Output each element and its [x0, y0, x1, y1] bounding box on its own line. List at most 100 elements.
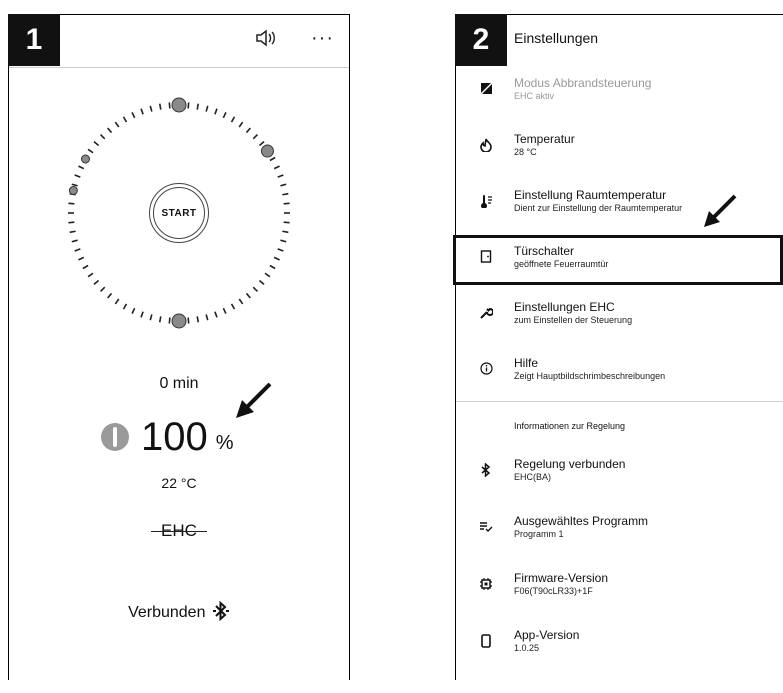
dial-tick: [158, 103, 162, 110]
info-icon: [478, 362, 494, 378]
dial-marker: [171, 97, 187, 113]
start-label: START: [161, 207, 197, 219]
dial-marker: [68, 186, 78, 196]
dial-tick: [196, 316, 200, 323]
dial-tick: [82, 264, 89, 270]
dial-tick: [149, 314, 153, 321]
settings-item-5[interactable]: Hilfe Zeigt Hauptbildschrimbeschreibungen: [456, 356, 783, 396]
dial-tick: [269, 264, 276, 270]
dial-tick: [205, 314, 209, 321]
start-button[interactable]: START: [149, 183, 209, 243]
dial-tick: [258, 279, 265, 285]
main-screen-panel: 1 ··· START 0 min 100 % 22 °C EHC Verbun…: [8, 14, 350, 680]
power-display: 100 %: [101, 417, 234, 457]
sound-icon[interactable]: [255, 29, 277, 52]
dial-tick: [283, 202, 290, 205]
dial-tick: [71, 183, 78, 187]
dial-tick: [158, 316, 162, 323]
dial-tick: [205, 105, 209, 112]
settings-item-title: Ausgewähltes Programm: [514, 514, 649, 528]
dial-marker: [171, 313, 187, 329]
dial-tick: [122, 303, 128, 310]
bluetooth-icon: [478, 462, 494, 480]
chip-icon: [478, 577, 494, 594]
status-label: Verbunden: [128, 604, 206, 621]
dial-tick: [230, 116, 236, 123]
settings-item-0[interactable]: Regelung verbunden EHC(BA): [456, 457, 783, 497]
settings-item-subtitle: 1.0.25: [514, 643, 540, 653]
dial-tick: [214, 311, 218, 318]
dial-tick: [187, 102, 190, 109]
dial-tick: [122, 116, 128, 123]
flame-icon: [101, 423, 129, 451]
settings-item-0[interactable]: Modus Abbrandsteuerung EHC aktiv: [456, 76, 783, 116]
step-badge-1: 1: [8, 14, 60, 66]
dial-tick: [99, 286, 106, 293]
settings-item-title: Temperatur: [514, 132, 575, 146]
settings-item-title: Firmware-Version: [514, 571, 609, 585]
settings-item-subtitle: zum Einstellen der Steuerung: [514, 315, 633, 325]
dial-tick: [222, 307, 227, 314]
divider: [456, 401, 783, 402]
dial-tick: [214, 108, 218, 115]
settings-item-2[interactable]: Firmware-Version F06(T90cLR33)+1F: [456, 571, 783, 611]
settings-item-subtitle: Zeigt Hauptbildschrimbeschreibungen: [514, 371, 666, 381]
dial-tick: [131, 112, 136, 119]
dial-tick: [245, 292, 251, 299]
dial-marker: [260, 144, 274, 158]
settings-item-subtitle: Programm 1: [514, 529, 564, 539]
settings-item-3[interactable]: App-Version 1.0.25: [456, 628, 783, 668]
mode-icon: [478, 82, 494, 98]
dial-tick: [68, 202, 75, 205]
dial-tick: [196, 103, 200, 110]
more-icon[interactable]: ···: [311, 27, 334, 50]
temperature-value: 22 °C: [161, 475, 197, 491]
dial-tick: [114, 298, 120, 305]
settings-item-1[interactable]: Ausgewähltes Programm Programm 1: [456, 514, 783, 554]
dial-tick: [273, 165, 280, 170]
mode-label: EHC: [151, 521, 207, 540]
thermometer-icon: [478, 194, 494, 211]
dial-tick: [258, 141, 265, 147]
dial-tick: [78, 165, 85, 170]
settings-panel: 2 Einstellungen Modus Abbrandsteuerung EH…: [455, 14, 783, 680]
phone-icon: [478, 634, 494, 651]
settings-item-title: Modus Abbrandsteuerung: [514, 76, 652, 90]
dial-tick: [273, 256, 280, 261]
dial-tick: [277, 174, 284, 178]
settings-item-1[interactable]: Temperatur 28 °C: [456, 132, 783, 172]
dial-tick: [114, 121, 120, 128]
dial-tick: [78, 256, 85, 261]
dial-tick: [282, 192, 289, 196]
settings-item-title: Einstellungen EHC: [514, 300, 615, 314]
dial-tick: [252, 133, 259, 140]
dial-tick: [269, 156, 276, 162]
dial-tick: [264, 272, 271, 278]
settings-item-subtitle: Dient zur Einstellung der Raumtemperatur: [514, 203, 683, 213]
page-title: Einstellungen: [514, 30, 599, 46]
dial-tick: [280, 239, 287, 243]
dial-tick: [230, 303, 236, 310]
highlight-box: [453, 235, 783, 285]
settings-item-subtitle: EHC aktiv: [514, 91, 555, 101]
dial-tick: [93, 279, 100, 285]
info-section-heading: Informationen zur Regelung: [514, 421, 626, 431]
power-value: 100: [141, 415, 208, 459]
settings-item-subtitle: 28 °C: [514, 147, 537, 157]
settings-item-4[interactable]: Einstellungen EHC zum Einstellen der Steu…: [456, 300, 783, 340]
dial-tick: [87, 272, 94, 278]
step-badge-2: 2: [455, 14, 507, 66]
list-check-icon: [478, 520, 494, 535]
dial-tick: [131, 307, 136, 314]
dial-tick: [283, 221, 290, 224]
dial-tick: [71, 239, 78, 243]
connection-status: Verbunden: [9, 600, 349, 622]
dial-tick: [140, 108, 144, 115]
app-header: [9, 15, 349, 68]
settings-item-title: Regelung verbunden: [514, 457, 626, 471]
dial-tick: [222, 112, 227, 119]
bluetooth-icon: [212, 600, 229, 622]
settings-item-title: App-Version: [514, 628, 580, 642]
dial-tick: [238, 121, 244, 128]
dial-tick: [187, 317, 190, 324]
